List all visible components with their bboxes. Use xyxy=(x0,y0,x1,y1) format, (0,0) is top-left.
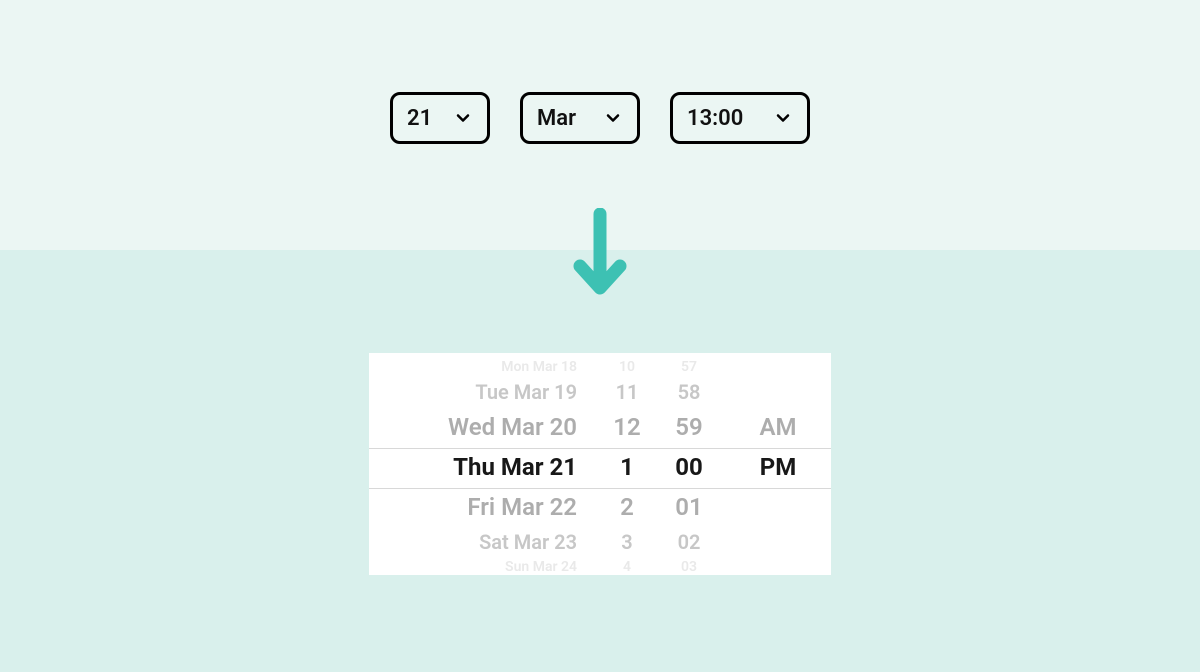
date-option[interactable]: Sat Mar 23 xyxy=(479,527,601,557)
time-dropdown[interactable]: 13:00 xyxy=(670,92,810,144)
date-option[interactable]: Wed Mar 20 xyxy=(448,407,601,447)
minute-option[interactable]: 59 xyxy=(675,407,702,447)
date-option[interactable]: Mon Mar 18 xyxy=(501,357,601,377)
hour-option[interactable]: 12 xyxy=(613,407,640,447)
hour-option[interactable]: 4 xyxy=(623,557,631,575)
chevron-down-icon xyxy=(603,108,623,128)
minute-option-selected[interactable]: 00 xyxy=(675,447,703,487)
hour-option[interactable]: 11 xyxy=(616,377,639,407)
chevron-down-icon xyxy=(773,108,793,128)
minute-column[interactable]: 57 58 59 00 01 02 03 xyxy=(653,353,725,575)
chevron-down-icon xyxy=(453,108,473,128)
minute-option[interactable]: 03 xyxy=(681,557,697,575)
ampm-option-selected[interactable]: PM xyxy=(760,447,796,487)
minute-option[interactable]: 01 xyxy=(675,487,702,527)
month-dropdown[interactable]: Mar xyxy=(520,92,640,144)
ampm-column[interactable]: AM PM xyxy=(725,353,831,575)
hour-option[interactable]: 3 xyxy=(621,527,632,557)
month-value: Mar xyxy=(537,106,576,131)
minute-option[interactable]: 02 xyxy=(678,527,701,557)
scroll-picker[interactable]: Mon Mar 18 Tue Mar 19 Wed Mar 20 Thu Mar… xyxy=(369,353,831,575)
date-option[interactable]: Tue Mar 19 xyxy=(475,377,601,407)
ampm-option[interactable]: AM xyxy=(759,407,796,447)
hour-option-selected[interactable]: 1 xyxy=(620,447,634,487)
date-option[interactable]: Fri Mar 22 xyxy=(467,487,601,527)
bottom-panel: Mon Mar 18 Tue Mar 19 Wed Mar 20 Thu Mar… xyxy=(0,250,1200,672)
hour-option[interactable]: 2 xyxy=(620,487,634,527)
minute-option[interactable]: 58 xyxy=(678,377,701,407)
date-option-selected[interactable]: Thu Mar 21 xyxy=(453,447,601,487)
selection-divider-top xyxy=(369,448,831,449)
hour-column[interactable]: 10 11 12 1 2 3 4 xyxy=(601,353,653,575)
hour-option[interactable]: 10 xyxy=(619,357,635,377)
day-dropdown[interactable]: 21 xyxy=(390,92,490,144)
selection-divider-bottom xyxy=(369,488,831,489)
date-column[interactable]: Mon Mar 18 Tue Mar 19 Wed Mar 20 Thu Mar… xyxy=(369,353,601,575)
time-value: 13:00 xyxy=(687,106,743,131)
day-value: 21 xyxy=(407,106,432,131)
minute-option[interactable]: 57 xyxy=(681,357,697,377)
arrow-down-icon xyxy=(570,208,630,302)
date-option[interactable]: Sun Mar 24 xyxy=(505,557,601,575)
